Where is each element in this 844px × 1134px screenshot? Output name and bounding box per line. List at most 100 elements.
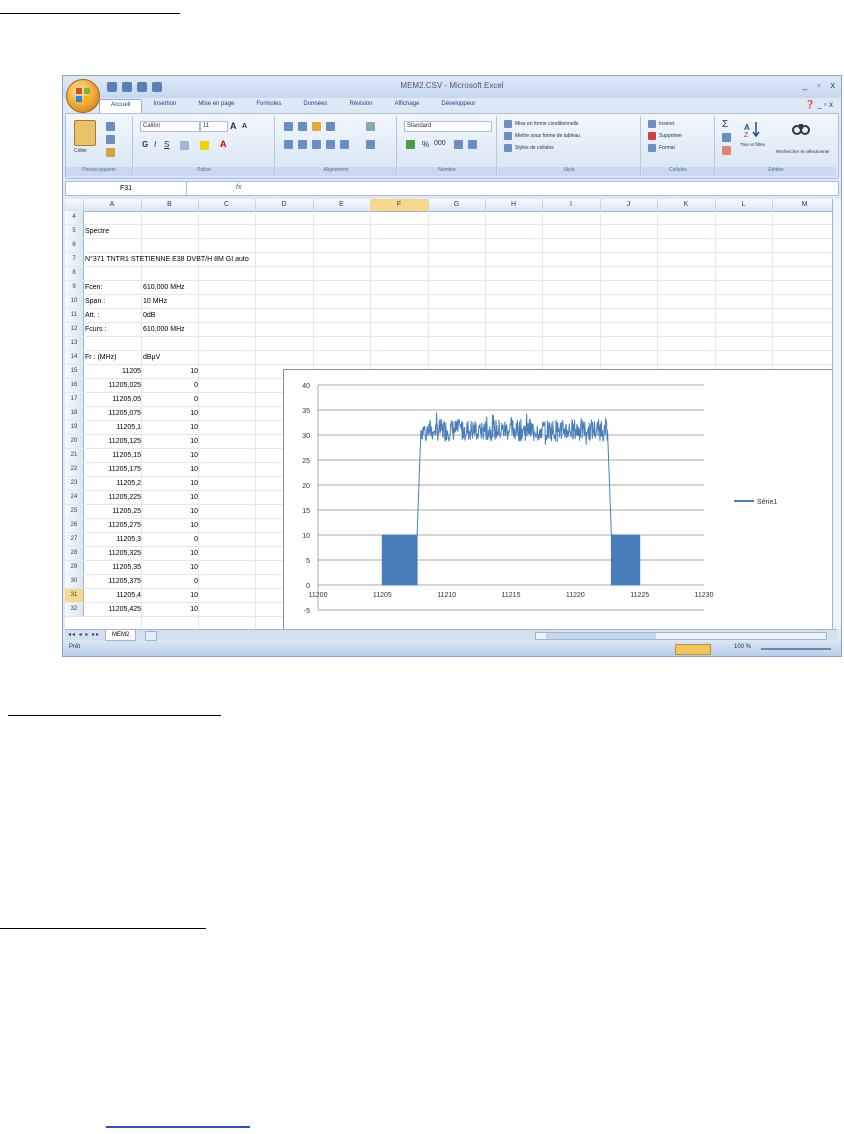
row-header[interactable]: 11 (65, 309, 84, 322)
conditional-format-button[interactable]: Mise en forme conditionnelle (515, 121, 579, 127)
wrap-text-icon[interactable] (366, 122, 375, 131)
cell-a[interactable]: Spectre (85, 225, 141, 238)
cell-a[interactable]: 11205,425 (85, 603, 141, 616)
fx-button[interactable]: fx (236, 184, 241, 191)
tab-mise-en-page[interactable]: Mise en page (187, 99, 245, 113)
row-header[interactable]: 13 (65, 337, 84, 350)
row-header[interactable]: 4 (65, 211, 84, 224)
cell-b[interactable]: 0 (143, 575, 198, 588)
merge-center-icon[interactable] (366, 140, 375, 149)
number-format-select[interactable]: Standard (404, 121, 492, 132)
zoom-slider[interactable] (761, 648, 831, 650)
column-header-h[interactable]: H (485, 199, 543, 211)
cell-a[interactable]: 11205,125 (85, 435, 141, 448)
bold-button[interactable]: G (142, 140, 148, 149)
cell-a[interactable]: 11205,225 (85, 491, 141, 504)
format-icon[interactable] (648, 144, 656, 152)
cell-b[interactable]: 0 (143, 379, 198, 392)
cell-b[interactable]: 10 (143, 505, 198, 518)
select-all-corner[interactable] (65, 199, 84, 211)
format-table-button[interactable]: Mettre sous forme de tableau (515, 133, 580, 139)
cell-styles-icon[interactable] (504, 144, 512, 152)
column-header-l[interactable]: L (715, 199, 773, 211)
horizontal-scroll-thumb[interactable] (546, 633, 656, 639)
row-header[interactable]: 29 (65, 561, 84, 574)
cell-b[interactable]: 10 (143, 463, 198, 476)
row-header[interactable]: 7 (65, 253, 84, 266)
help-icon[interactable]: ❓ _ ▫ x (805, 100, 833, 109)
sheet-tab-mem2[interactable]: MEM2 (105, 630, 137, 641)
cell-a[interactable]: Fcen: (85, 281, 141, 294)
row-header[interactable]: 9 (65, 281, 84, 294)
row-header[interactable]: 14 (65, 351, 84, 364)
horizontal-scrollbar[interactable] (535, 632, 827, 640)
font-name-select[interactable]: Calibri (140, 121, 200, 132)
row-header[interactable]: 27 (65, 533, 84, 546)
percent-icon[interactable]: % (422, 140, 429, 149)
cell-b[interactable]: 10 (143, 449, 198, 462)
thousands-icon[interactable]: 000 (434, 140, 446, 147)
cell-b[interactable]: 10 (143, 421, 198, 434)
cell-b[interactable]: 10 (143, 491, 198, 504)
cell-a[interactable]: 11205 (85, 365, 141, 378)
cell-b[interactable] (143, 239, 198, 252)
cell-b[interactable] (143, 337, 198, 350)
row-header[interactable]: 6 (65, 239, 84, 252)
column-header-f[interactable]: F (370, 199, 429, 211)
delete-icon[interactable] (648, 132, 656, 140)
cell-b[interactable]: 10 (143, 519, 198, 532)
row-header[interactable]: 12 (65, 323, 84, 336)
cell-b[interactable]: 10 (143, 547, 198, 560)
cell-a[interactable] (85, 239, 141, 252)
cell-b[interactable]: 10 (143, 407, 198, 420)
cell-a[interactable]: 11205,075 (85, 407, 141, 420)
view-buttons[interactable] (675, 644, 711, 655)
vertical-scrollbar[interactable] (832, 199, 841, 629)
cell-a[interactable]: N°371 TNTR1 STETIENNE E38 DVBT/H 8M GI a… (85, 253, 249, 266)
row-header[interactable]: 19 (65, 421, 84, 434)
cell-styles-button[interactable]: Styles de cellules (515, 145, 554, 151)
column-header-d[interactable]: D (255, 199, 314, 211)
increase-decimal-icon[interactable] (454, 140, 463, 149)
sort-filter-button[interactable]: Trier et filtrer (740, 142, 765, 147)
cell-b[interactable] (143, 253, 198, 266)
cell-a[interactable]: Fr : (MHz) (85, 351, 141, 364)
paste-icon[interactable] (74, 120, 96, 146)
cell-a[interactable] (85, 337, 141, 350)
cell-a[interactable]: 11205,375 (85, 575, 141, 588)
autosum-icon[interactable]: Σ (722, 119, 728, 130)
tab-formules[interactable]: Formules (245, 99, 292, 113)
cell-b[interactable]: 0 (143, 393, 198, 406)
column-header-a[interactable]: A (83, 199, 142, 211)
cell-a[interactable] (85, 267, 141, 280)
formula-input[interactable] (256, 182, 838, 195)
row-header[interactable]: 21 (65, 449, 84, 462)
paste-button[interactable]: Coller (74, 148, 87, 154)
row-header[interactable]: 24 (65, 491, 84, 504)
minimize-button[interactable]: _ (802, 80, 807, 90)
row-header[interactable]: 26 (65, 519, 84, 532)
cell-b[interactable]: 10 (143, 477, 198, 490)
cell-b[interactable]: 10 (143, 561, 198, 574)
row-header[interactable]: 30 (65, 575, 84, 588)
cell-a[interactable]: Span : (85, 295, 141, 308)
cell-b[interactable]: 10 (143, 589, 198, 602)
row-header[interactable]: 28 (65, 547, 84, 560)
shrink-font-icon[interactable]: A (242, 123, 247, 130)
cell-b[interactable]: 610,000 MHz (143, 323, 198, 336)
copy-icon[interactable] (106, 135, 115, 144)
row-header[interactable]: 10 (65, 295, 84, 308)
row-header[interactable]: 25 (65, 505, 84, 518)
close-button[interactable]: x (831, 80, 836, 90)
align-top-icon[interactable] (284, 122, 293, 131)
clear-icon[interactable] (722, 146, 731, 155)
maximize-button[interactable]: ▫ (817, 80, 820, 90)
align-center-icon[interactable] (298, 140, 307, 149)
cell-b[interactable]: 10 (143, 435, 198, 448)
insert-icon[interactable] (648, 120, 656, 128)
spreadsheet-grid[interactable]: ABCDEFGHIJKLM 4 5 Spectre 6 7 N°371 TNTR1 STE… (65, 199, 837, 629)
underline-button[interactable]: S (164, 140, 169, 149)
currency-icon[interactable] (406, 140, 415, 149)
cell-b[interactable]: 610,000 MHz (143, 281, 198, 294)
italic-button[interactable]: I (154, 140, 156, 149)
